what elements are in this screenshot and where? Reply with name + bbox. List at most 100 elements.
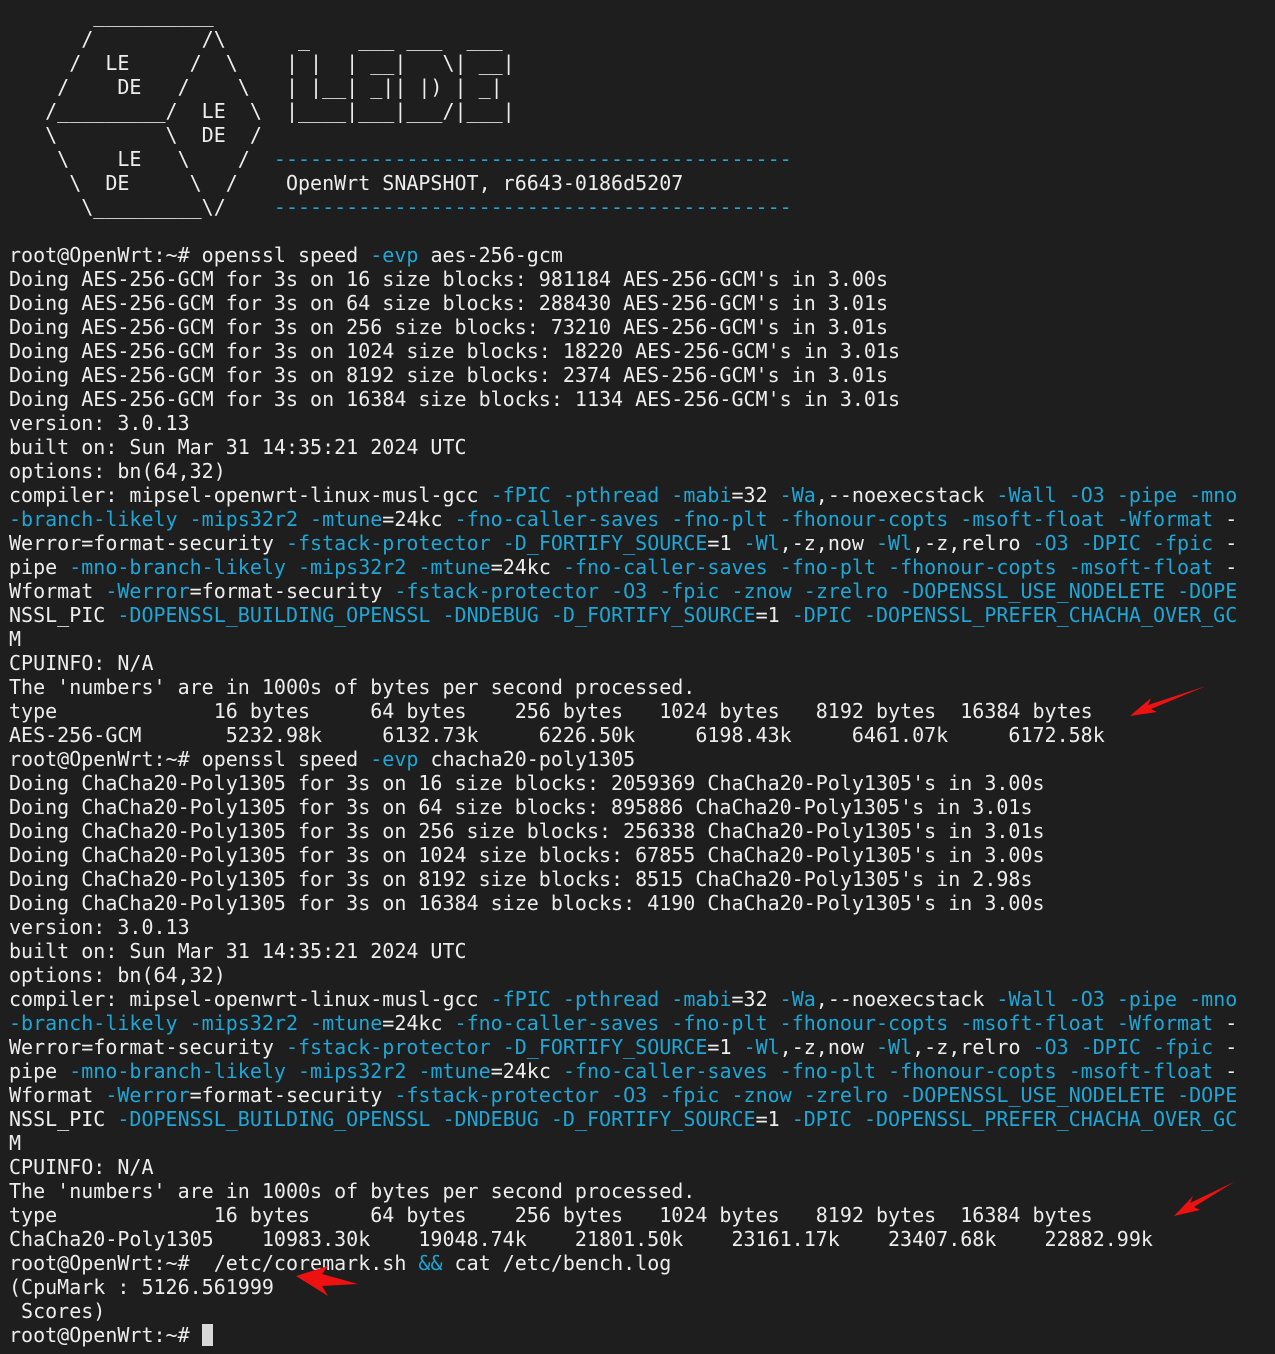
- text-segment: -mtune: [310, 507, 383, 531]
- terminal-line: Doing ChaCha20-Poly1305 for 3s on 1024 s…: [9, 843, 1045, 867]
- text-segment: ,-z,relro: [912, 531, 1033, 555]
- terminal-line: version: 3.0.13: [9, 411, 190, 435]
- text-segment: -zrelro: [803, 1083, 889, 1107]
- text-segment: -DOPE: [1177, 1083, 1238, 1107]
- text-segment: Doing ChaCha20-Poly1305 for 3s on 16 siz…: [9, 771, 1045, 795]
- text-segment: [286, 1059, 298, 1083]
- text-segment: [1057, 987, 1069, 1011]
- text-cursor[interactable]: [201, 1324, 213, 1346]
- text-segment: -fPIC: [490, 987, 551, 1011]
- text-segment: -D_FORTIFY_SOURCE: [502, 531, 708, 555]
- text-segment: Scores): [9, 1299, 106, 1323]
- text-segment: -branch-likely: [9, 1011, 178, 1035]
- terminal-line: Werror=format-security -fstack-protector…: [9, 1035, 1237, 1059]
- text-segment: -: [1213, 531, 1238, 555]
- terminal-line: Doing AES-256-GCM for 3s on 8192 size bl…: [9, 363, 888, 387]
- text-segment: [768, 1059, 780, 1083]
- text-segment: =1: [707, 531, 744, 555]
- text-segment: -mabi: [671, 483, 732, 507]
- text-segment: [647, 1083, 659, 1107]
- text-segment: -DOPENSSL_PREFER_CHACHA_OVER_GC: [863, 603, 1238, 627]
- text-segment: root@OpenWrt:~# openssl speed: [9, 747, 371, 771]
- text-segment: -mno-branch-likely: [69, 555, 286, 579]
- text-segment: -fhonour-copts: [888, 555, 1057, 579]
- text-segment: =24kc: [382, 1011, 455, 1035]
- text-segment: NSSL_PIC: [9, 1107, 118, 1131]
- text-segment: -mips32r2: [298, 555, 407, 579]
- text-segment: -Wl: [743, 1035, 780, 1059]
- text-segment: -DPIC: [1080, 1035, 1141, 1059]
- text-segment: =format-security: [189, 579, 395, 603]
- text-segment: -msoft-float: [1068, 1059, 1214, 1083]
- text-segment: [178, 1011, 190, 1035]
- text-segment: [178, 507, 190, 531]
- text-segment: [719, 1083, 731, 1107]
- red-arrow-annotation-coremark: [296, 1266, 358, 1296]
- terminal-window[interactable]: __________ / /\ _ ___ ___ ___ / LE / \ |…: [0, 0, 1275, 1354]
- command-prompt-line[interactable]: root@OpenWrt:~#: [9, 1323, 213, 1347]
- text-segment: -Wl: [875, 1035, 913, 1059]
- text-segment: type 16 bytes 64 bytes 256 bytes 1024 by…: [9, 699, 1093, 723]
- text-segment: type 16 bytes 64 bytes 256 bytes 1024 by…: [9, 1203, 1093, 1227]
- text-segment: -msoft-float: [1068, 555, 1214, 579]
- banner-line: /_________/ LE \ |____|___|___/|___|: [9, 99, 515, 123]
- text-segment: -fno-plt: [779, 555, 877, 579]
- text-segment: [888, 1083, 900, 1107]
- text-segment: [599, 579, 611, 603]
- text-segment: [659, 483, 671, 507]
- terminal-line: Doing ChaCha20-Poly1305 for 3s on 8192 s…: [9, 867, 1033, 891]
- text-segment: Doing AES-256-GCM for 3s on 16 size bloc…: [9, 267, 888, 291]
- text-segment: cat /etc/bench.log: [442, 1251, 672, 1275]
- terminal-line: version: 3.0.13: [9, 915, 190, 939]
- text-segment: -fno-plt: [671, 1011, 768, 1035]
- text-segment: -D_FORTIFY_SOURCE: [550, 603, 756, 627]
- text-segment: pipe: [9, 555, 70, 579]
- text-segment: -Werror: [105, 1083, 190, 1107]
- text-segment: [852, 1107, 864, 1131]
- text-segment: -DNDEBUG: [442, 603, 539, 627]
- text-segment: The 'numbers' are in 1000s of bytes per …: [9, 1179, 696, 1203]
- text-segment: =format-security: [189, 1083, 395, 1107]
- text-segment: [1165, 579, 1177, 603]
- terminal-line: -branch-likely -mips32r2 -mtune=24kc -fn…: [9, 1011, 1237, 1035]
- text-segment: [551, 483, 563, 507]
- text-segment: -Wformat: [1116, 1011, 1214, 1035]
- text-segment: -Wformat: [1116, 507, 1214, 531]
- text-segment: \ LE \ /: [9, 147, 274, 171]
- text-segment: =32: [731, 987, 780, 1011]
- text-segment: [491, 1035, 503, 1059]
- text-segment: [298, 507, 310, 531]
- text-segment: -mips32r2: [189, 1011, 298, 1035]
- terminal-line: NSSL_PIC -DOPENSSL_BUILDING_OPENSSL -DND…: [9, 1107, 1237, 1131]
- terminal-line: pipe -mno-branch-likely -mips32r2 -mtune…: [9, 1059, 1237, 1083]
- text-segment: -fpic: [1152, 531, 1214, 555]
- text-segment: -mtune: [310, 1011, 383, 1035]
- text-segment: -DPIC: [791, 603, 852, 627]
- text-segment: (CpuMark : 5126.561999: [9, 1275, 274, 1299]
- text-segment: -: [1213, 507, 1238, 531]
- text-segment: -fno-caller-saves: [562, 555, 768, 579]
- text-segment: built on: Sun Mar 31 14:35:21 2024 UTC: [9, 435, 467, 459]
- terminal-line: AES-256-GCM 5232.98k 6132.73k 6226.50k 6…: [9, 723, 1105, 747]
- text-segment: [1165, 1083, 1177, 1107]
- text-segment: Wformat: [9, 1083, 106, 1107]
- text-segment: ,-z,now: [779, 1035, 876, 1059]
- text-segment: -Wa: [779, 987, 816, 1011]
- text-segment: -DPIC: [1080, 531, 1141, 555]
- text-segment: -mips32r2: [189, 507, 298, 531]
- text-segment: [1141, 531, 1153, 555]
- text-segment: [430, 1107, 442, 1131]
- prompt-text: root@OpenWrt:~#: [9, 1323, 202, 1347]
- text-segment: -mtune: [418, 1059, 491, 1083]
- text-segment: CPUINFO: N/A: [9, 651, 154, 675]
- text-segment: -Werror: [105, 579, 190, 603]
- text-segment: -mips32r2: [298, 1059, 407, 1083]
- text-segment: [539, 1107, 551, 1131]
- text-segment: [1069, 531, 1081, 555]
- text-segment: options: bn(64,32): [9, 963, 226, 987]
- text-segment: __________: [9, 3, 214, 27]
- text-segment: =32: [731, 483, 780, 507]
- text-segment: -O3: [611, 579, 648, 603]
- terminal-line: The 'numbers' are in 1000s of bytes per …: [9, 1179, 695, 1203]
- terminal-line: Werror=format-security -fstack-protector…: [9, 531, 1237, 555]
